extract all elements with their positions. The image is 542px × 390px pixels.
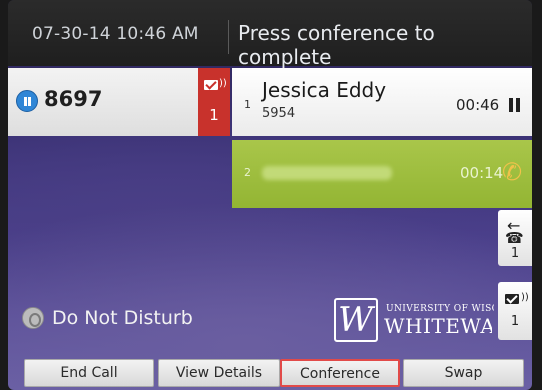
voicemail-indicator[interactable]: )) 1 <box>198 68 230 136</box>
redacted-caller-info <box>262 166 392 180</box>
call-index: 1 <box>244 98 251 111</box>
softkey-bar: End Call View Details Conference Swap <box>8 357 532 390</box>
call-session-2[interactable]: 2 00:14 ✆ <box>232 140 532 208</box>
header-separator <box>228 20 229 54</box>
indicator-waves-icon: )) <box>219 78 227 89</box>
call-timer: 00:46 <box>456 96 500 114</box>
instruction-prompt: Press conference to complete <box>238 21 435 69</box>
envelope-icon <box>505 294 519 304</box>
pause-icon <box>16 90 38 112</box>
do-not-disturb-icon <box>22 307 44 329</box>
transfer-count: 1 <box>510 246 520 261</box>
hold-icon <box>509 98 521 112</box>
logo-bottom-text: WHITEWATER <box>384 314 492 338</box>
voicemail-count: 1 <box>510 314 520 329</box>
datetime: 07-30-14 10:46 AM <box>32 24 199 44</box>
call-session-1[interactable]: 1 Jessica Eddy 5954 00:46 <box>232 68 532 136</box>
conference-button[interactable]: Conference <box>280 359 400 387</box>
end-call-button[interactable]: End Call <box>24 359 154 387</box>
caller-number: 5954 <box>262 106 296 121</box>
phone-screen: 07-30-14 10:46 AM Press conference to co… <box>8 0 532 390</box>
transfer-key[interactable]: ← ☎ 1 <box>498 210 532 266</box>
handset-icon: ☎ <box>505 229 524 247</box>
line-key-8697[interactable]: 8697 )) 1 <box>8 68 230 136</box>
call-index: 2 <box>244 166 251 179</box>
university-logo-icon: W <box>334 298 378 342</box>
voicemail-key[interactable]: )) 1 <box>498 282 532 340</box>
status-header: 07-30-14 10:46 AM Press conference to co… <box>8 0 532 69</box>
caller-name: Jessica Eddy <box>262 78 387 102</box>
voicemail-count: 1 <box>209 106 219 124</box>
swap-button[interactable]: Swap <box>403 359 524 387</box>
call-timer: 00:14 <box>460 164 504 182</box>
logo-top-text: UNIVERSITY OF WISCONSIN <box>386 304 494 314</box>
indicator-waves-icon: )) <box>521 292 529 303</box>
line-extension: 8697 <box>44 87 103 111</box>
envelope-icon <box>204 80 218 90</box>
phone-ringing-icon: ✆ <box>502 158 523 186</box>
do-not-disturb-label[interactable]: Do Not Disturb <box>52 307 193 329</box>
view-details-button[interactable]: View Details <box>158 359 280 387</box>
